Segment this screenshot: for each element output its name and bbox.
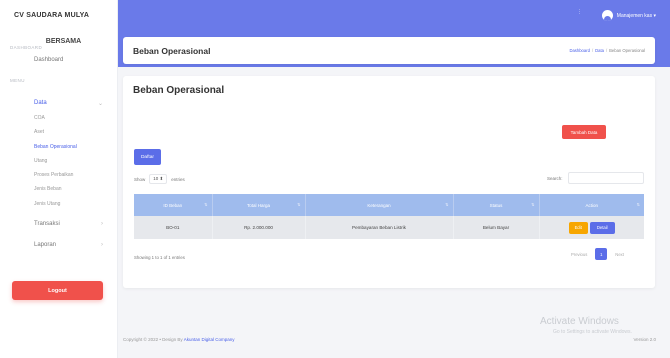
add-data-button[interactable]: Tambah Data (562, 125, 606, 139)
column-header[interactable]: Total Harga ⇅ (212, 194, 306, 216)
next-button[interactable]: Next (611, 249, 628, 260)
table-row: BO-01 Rp. 2.000.000 Pembayaran Beban Lis… (134, 216, 644, 239)
column-header[interactable]: Action ⇅ (539, 194, 644, 216)
table-info: Showing 1 to 1 of 1 entries (134, 255, 185, 260)
breadcrumb-dashboard[interactable]: Dashboard (569, 48, 590, 53)
section-menu-label: MENU (10, 78, 25, 83)
sidebar-item-dashboard-label: Dashboard (34, 57, 64, 63)
column-header[interactable]: ID Beban ⇅ (134, 194, 213, 216)
sidebar-item-transaksi[interactable]: Transaksi › (0, 213, 117, 234)
windows-activation-subtitle: Go to Settings to activate Windows. (553, 329, 632, 335)
breadcrumb: Dashboard / Data / Beban Operasional (569, 48, 645, 53)
sidebar-item-dashboard[interactable]: Dashboard (0, 50, 117, 70)
sort-icon: ⇅ (636, 202, 640, 207)
sidebar-subitem-utang[interactable]: Utang (0, 154, 117, 168)
search-area: Search: (547, 172, 644, 184)
chevron-right-icon: › (101, 220, 103, 227)
page-header: Beban Operasional Dashboard / Data / Beban O… (123, 37, 655, 64)
user-avatar-icon (601, 10, 613, 21)
chevron-down-icon: ⌄ (97, 100, 103, 107)
previous-button[interactable]: Previous (567, 249, 591, 260)
sidebar-subitem-jenis-beban[interactable]: Jenis Beban (0, 182, 117, 196)
page-title: Beban Operasional (133, 45, 211, 56)
footer-copyright: Copyright © 2022 • Design By Akuntan Dig… (123, 337, 235, 342)
more-icon[interactable]: ⋮ (577, 9, 582, 15)
breadcrumb-data[interactable]: Data (595, 48, 604, 53)
search-input[interactable] (567, 172, 644, 184)
sidebar-subitem-jenis-utang[interactable]: Jenis Utang (0, 197, 117, 211)
sidebar-item-laporan[interactable]: Laporan › (0, 234, 117, 255)
cell-id: BO-01 (134, 216, 213, 239)
sidebar-item-data[interactable]: Data ⌄ (0, 95, 117, 111)
show-label: Show (134, 176, 146, 182)
footer-company-link[interactable]: Akuntan Digital Company (184, 337, 235, 342)
sort-icon: ⇅ (297, 202, 301, 207)
sort-icon: ⇅ (531, 202, 535, 207)
cell-status: Belum Bayar (453, 216, 540, 239)
table-header-row: ID Beban ⇅ Total Harga ⇅ Keterangan ⇅ Statu… (134, 194, 644, 216)
card-title: Beban Operasional (133, 85, 225, 96)
entries-label: entries (171, 176, 185, 182)
page-1-button[interactable]: 1 (595, 248, 608, 260)
show-entries: Show 10 ⬍ entries (134, 174, 185, 184)
windows-activation-title: Activate Windows (540, 316, 619, 327)
brand-name: CV SAUDARA MULYA (14, 11, 90, 19)
detail-button[interactable]: Detail (589, 221, 615, 234)
sidebar-item-laporan-label: Laporan (34, 241, 57, 248)
brand-subtitle: BERSAMA (45, 38, 82, 45)
breadcrumb-current: Beban Operasional (609, 48, 645, 53)
logout-button[interactable]: Logout (12, 281, 103, 300)
column-header[interactable]: Keterangan ⇅ (305, 194, 454, 216)
sidebar-subitem-proses-perbaikan[interactable]: Proses Perbaikan (0, 168, 117, 182)
column-header[interactable]: Status ⇅ (453, 194, 540, 216)
main-card: Beban Operasional Tambah Data Daftar Sho… (123, 76, 655, 288)
entries-select[interactable]: 10 ⬍ (149, 174, 168, 184)
data-table: ID Beban ⇅ Total Harga ⇅ Keterangan ⇅ Statu… (134, 194, 644, 239)
sort-icon: ⇅ (204, 202, 208, 207)
sidebar-item-transaksi-label: Transaksi (34, 220, 60, 227)
cell-action: Edit Detail (539, 216, 644, 239)
user-menu[interactable]: Manajemen kas ▾ (601, 10, 656, 21)
sidebar: CV SAUDARA MULYA BERSAMA DASHBOARD Dashb… (0, 0, 118, 358)
cell-keterangan: Pembayaran Beban Listrik (305, 216, 454, 239)
chevron-right-icon: › (101, 241, 103, 248)
sidebar-subitem-coa[interactable]: COA (0, 111, 117, 125)
list-button[interactable]: Daftar (134, 149, 161, 165)
cell-total: Rp. 2.000.000 (212, 216, 306, 239)
sidebar-subitem-beban-operasional[interactable]: Beban Operasional (0, 140, 117, 154)
footer-version: Version 2.0 (633, 337, 656, 342)
edit-button[interactable]: Edit (568, 221, 588, 234)
sidebar-item-data-label: Data (34, 100, 47, 106)
search-label: Search: (547, 175, 563, 181)
user-menu-label: Manajemen kas ▾ (616, 12, 656, 19)
pagination: Previous 1 Next (567, 248, 628, 260)
sidebar-data-submenu: COA Aset Beban Operasional Utang Proses Perb… (0, 111, 117, 211)
sort-icon: ⇅ (445, 202, 449, 207)
sidebar-subitem-aset[interactable]: Aset (0, 125, 117, 139)
